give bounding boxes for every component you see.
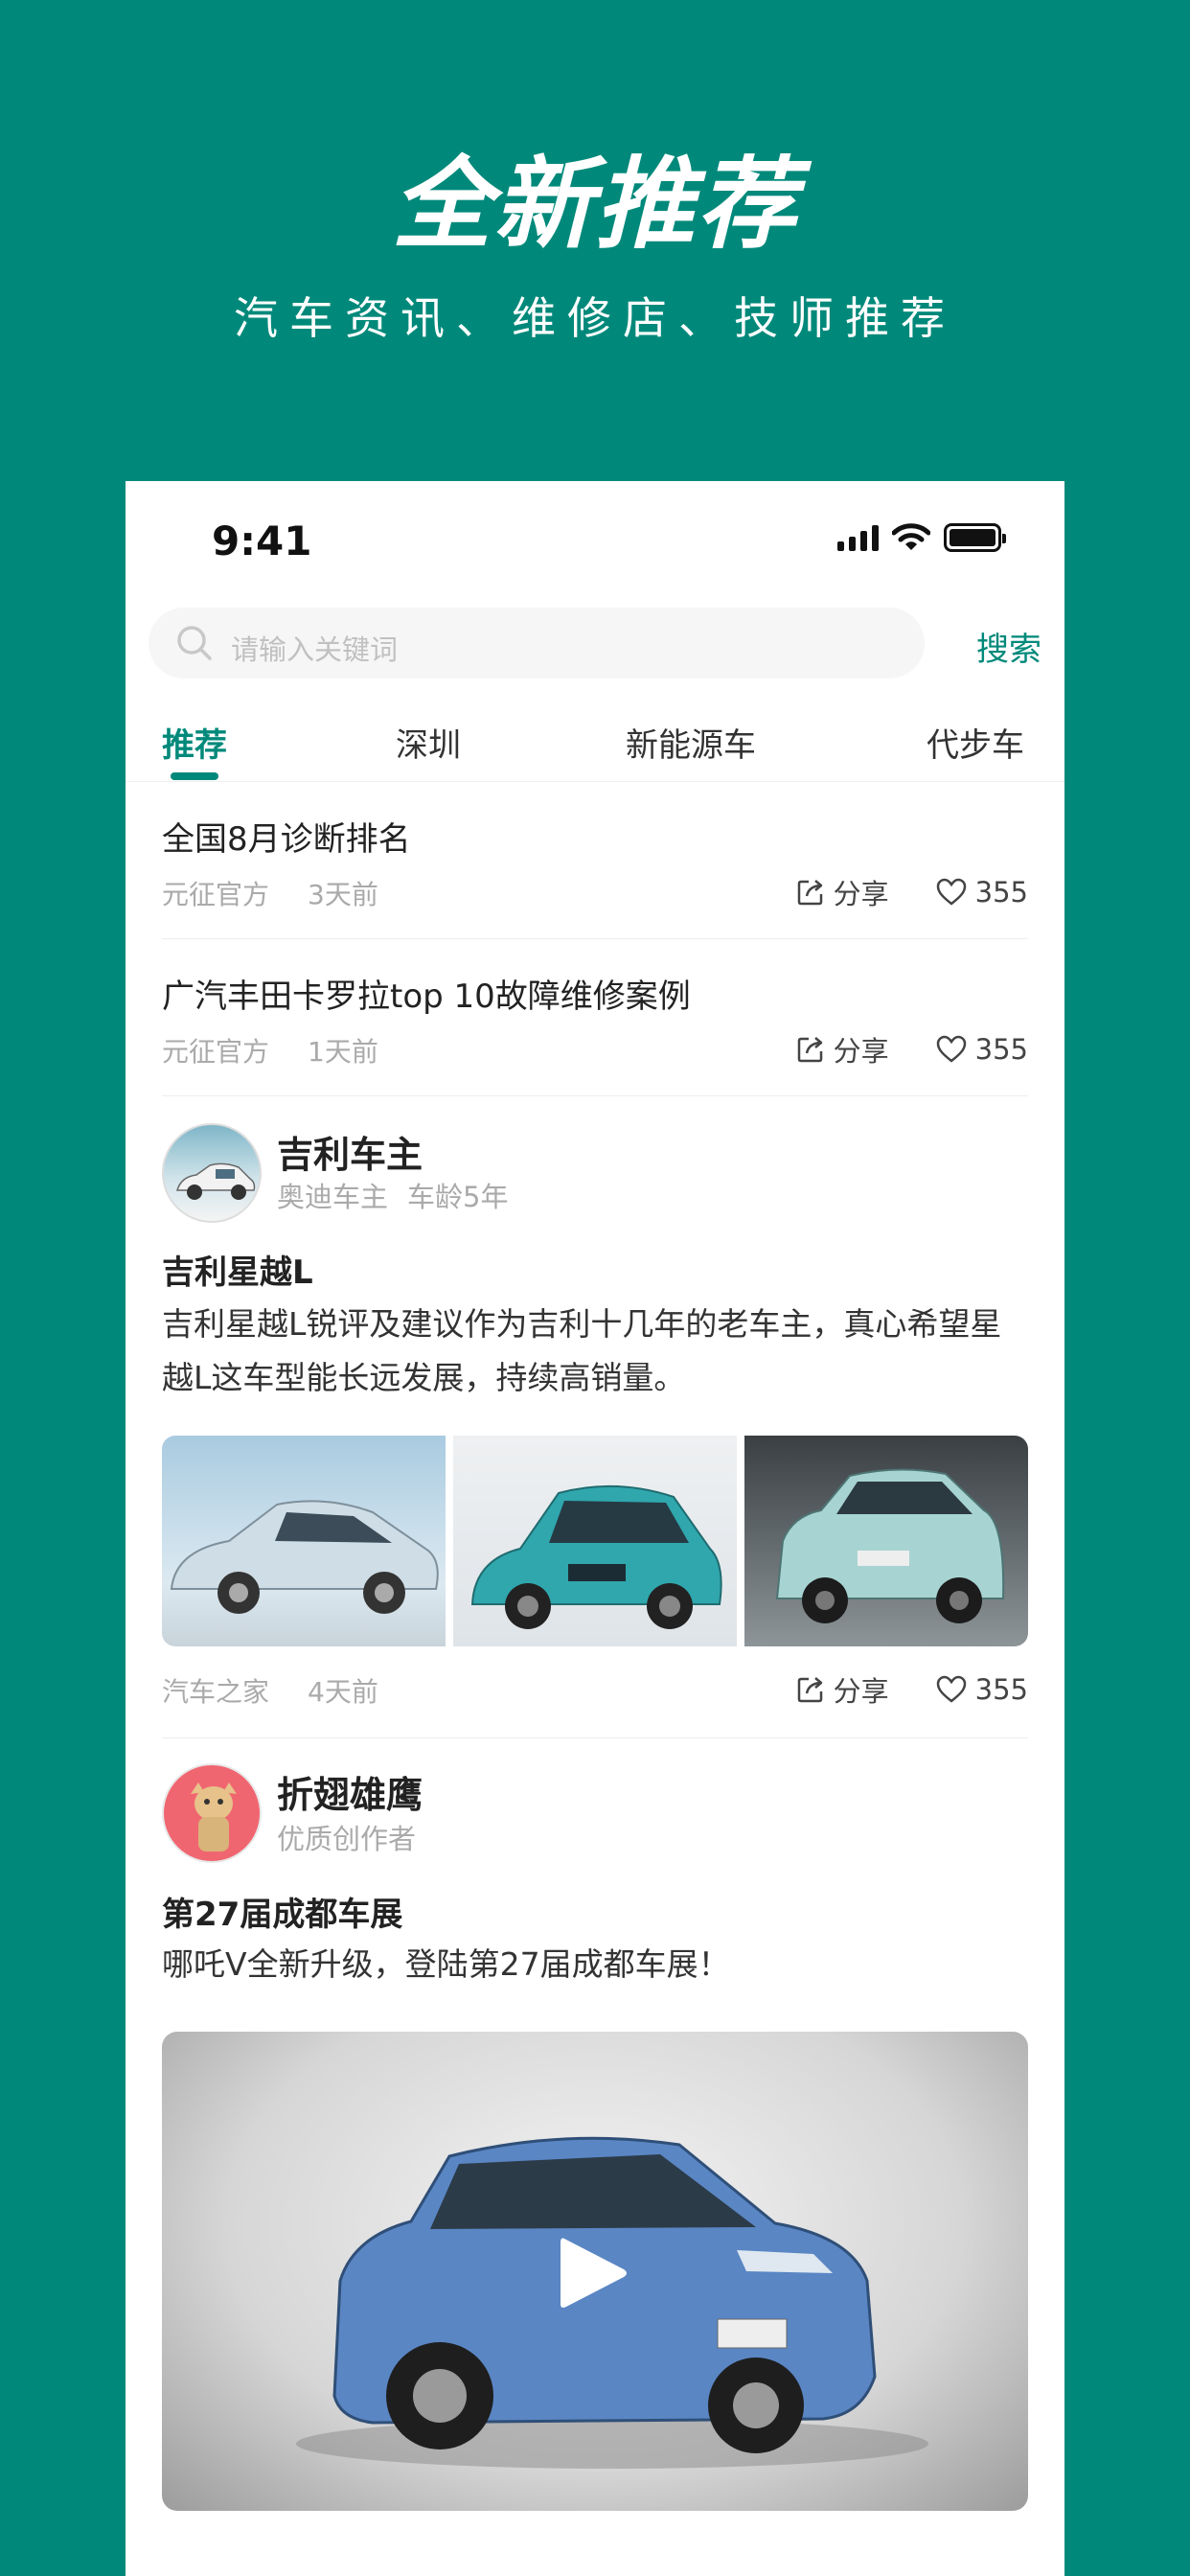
post-user-tags: 优质创作者 (277, 1817, 416, 1857)
heart-icon (936, 1035, 966, 1063)
news-title: 全国8月诊断排名 (162, 820, 411, 859)
share-button[interactable]: 分享 (795, 872, 889, 912)
post-username[interactable]: 折翅雄鹰 (277, 1765, 423, 1818)
user-tag: 优质创作者 (277, 1823, 417, 1855)
post-meta: 汽车之家 4天前 (162, 1671, 378, 1710)
post-username[interactable]: 吉利车主 (277, 1125, 423, 1178)
news-meta: 元征官方 1天前 (162, 1031, 378, 1070)
search-placeholder: 请输入关键词 (231, 633, 399, 666)
post-image[interactable] (744, 1436, 1028, 1646)
share-button[interactable]: 分享 (795, 1029, 889, 1070)
post-card[interactable]: 吉利车主 奥迪车主 车龄5年 吉利星越L 吉利星越L锐评及建议作为吉利十几年的老车… (162, 1096, 1028, 1738)
post-image[interactable] (453, 1436, 737, 1646)
hero-title: 全新推荐 (391, 146, 798, 263)
news-item[interactable]: 广汽丰田卡罗拉top 10故障维修案例 元征官方 1天前 分享 355 (162, 939, 1028, 1096)
phone-screen: 9:41 请输入关键词 搜索 推荐 深圳 新能源车 代步车 全国8月诊断排名 元… (126, 481, 1064, 2576)
tab-shenzhen[interactable]: 深圳 (396, 719, 461, 766)
share-button[interactable]: 分享 (795, 1669, 889, 1710)
share-label: 分享 (833, 878, 889, 910)
heart-icon (936, 878, 966, 906)
news-source: 元征官方 (162, 1036, 270, 1068)
hero-subtitle: 汽车资讯、维修店、技师推荐 (234, 292, 956, 344)
like-count: 355 (974, 876, 1028, 908)
post-title: 吉利星越L (162, 1254, 313, 1292)
avatar[interactable] (162, 1763, 262, 1863)
post-video[interactable] (162, 2032, 1028, 2511)
share-label: 分享 (833, 1675, 889, 1708)
post-user-tags: 奥迪车主 车龄5年 (277, 1175, 508, 1215)
status-time: 9:41 (212, 518, 312, 564)
share-icon (797, 1677, 822, 1703)
user-tag: 车龄5年 (407, 1181, 509, 1213)
tab-commuter-car[interactable]: 代步车 (927, 719, 1024, 766)
share-icon (797, 1037, 822, 1063)
post-image-gallery (162, 1436, 1028, 1646)
news-meta: 元征官方 3天前 (162, 874, 378, 912)
share-label: 分享 (833, 1035, 889, 1068)
search-input[interactable]: 请输入关键词 (149, 608, 925, 678)
tab-new-energy[interactable]: 新能源车 (626, 719, 756, 766)
like-button[interactable]: 355 (935, 1673, 1028, 1706)
search-bar: 请输入关键词 搜索 (149, 608, 1041, 678)
user-tag: 奥迪车主 (277, 1181, 389, 1213)
like-button[interactable]: 355 (935, 1033, 1028, 1066)
like-count: 355 (974, 1673, 1028, 1706)
like-count: 355 (974, 1033, 1028, 1066)
post-body: 哪吒V全新升级，登陆第27届成都车展！ (162, 1945, 730, 1983)
wifi-icon (892, 523, 930, 550)
post-time: 4天前 (308, 1676, 378, 1708)
news-title: 广汽丰田卡罗拉top 10故障维修案例 (162, 978, 691, 1016)
post-card[interactable]: 折翅雄鹰 优质创作者 第27届成都车展 哪吒V全新升级，登陆第27届成都车展！ (162, 1738, 1028, 2576)
news-source: 元征官方 (162, 879, 270, 910)
news-time: 1天前 (308, 1036, 378, 1068)
tab-indicator (171, 772, 218, 780)
news-item[interactable]: 全国8月诊断排名 元征官方 3天前 分享 355 (162, 782, 1028, 939)
play-icon[interactable] (555, 2233, 631, 2313)
post-title: 第27届成都车展 (162, 1896, 403, 1934)
share-icon (797, 880, 822, 906)
search-icon (177, 626, 212, 660)
tab-recommend[interactable]: 推荐 (162, 719, 227, 766)
battery-icon (944, 523, 1006, 552)
post-source: 汽车之家 (162, 1676, 270, 1708)
avatar[interactable] (162, 1123, 262, 1223)
like-button[interactable]: 355 (935, 876, 1028, 908)
post-image[interactable] (162, 1436, 446, 1646)
post-body: 吉利星越L锐评及建议作为吉利十几年的老车主，真心希望星越L这车型能长远发展，持续… (162, 1305, 1002, 1396)
heart-icon (936, 1675, 966, 1703)
search-button[interactable]: 搜索 (976, 623, 1041, 670)
news-time: 3天前 (308, 879, 378, 910)
signal-icon (837, 524, 879, 551)
feed: 全国8月诊断排名 元征官方 3天前 分享 355 广汽丰田卡罗拉top 10故障维… (162, 782, 1028, 2576)
status-bar: 9:41 (126, 481, 1064, 594)
category-tabs: 推荐 深圳 新能源车 代步车 (126, 707, 1064, 782)
